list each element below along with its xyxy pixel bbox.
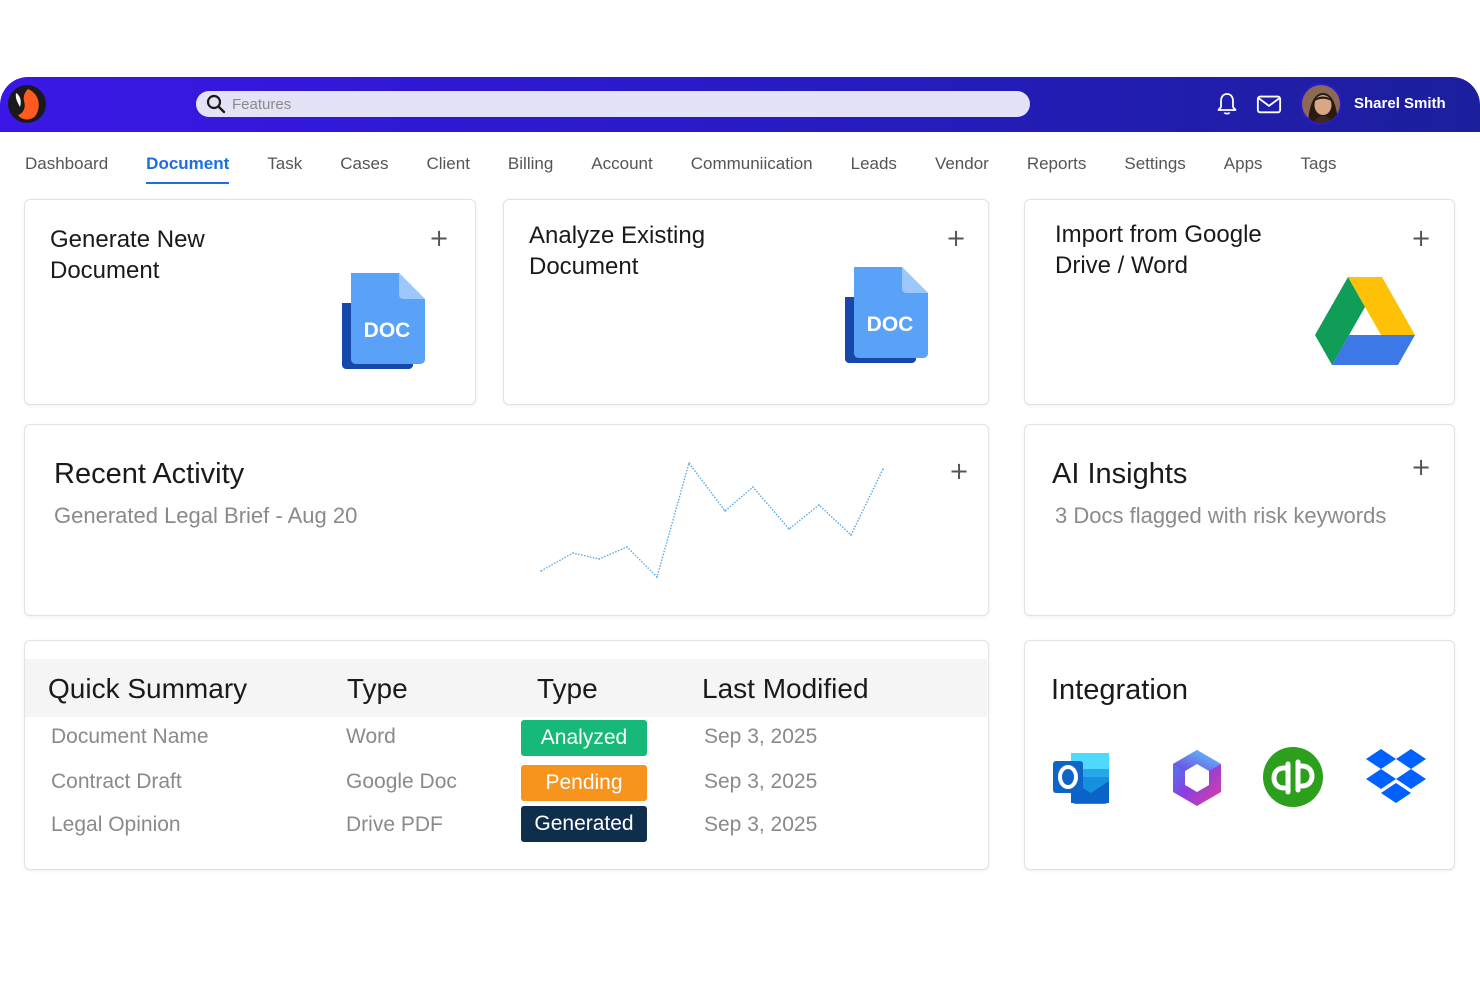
nav-client[interactable]: Client bbox=[426, 154, 469, 184]
sparkline-series bbox=[540, 461, 884, 579]
main-nav: Dashboard Document Task Cases Client Bil… bbox=[25, 154, 1374, 184]
mail-icon[interactable] bbox=[1256, 91, 1282, 117]
nav-settings[interactable]: Settings bbox=[1124, 154, 1185, 184]
status-badge: Pending bbox=[521, 765, 647, 801]
sparkline-point bbox=[882, 468, 884, 470]
card-title-line: Generate New bbox=[50, 226, 205, 253]
card-subtitle: Generated Legal Brief - Aug 20 bbox=[54, 503, 358, 528]
status-badge: Analyzed bbox=[521, 720, 647, 756]
card-subtitle: 3 Docs flagged with risk keywords bbox=[1055, 503, 1387, 528]
nav-billing[interactable]: Billing bbox=[508, 154, 553, 184]
header-last-modified: Last Modified bbox=[702, 673, 869, 704]
app-logo[interactable] bbox=[6, 83, 48, 125]
sparkline-point bbox=[688, 462, 690, 464]
analyze-document-card[interactable]: Analyze Existing Document + DOC bbox=[503, 199, 989, 405]
sparkline-point bbox=[724, 510, 726, 512]
card-title: Integration bbox=[1051, 674, 1189, 706]
cell-modified: Sep 3, 2025 bbox=[704, 813, 818, 836]
recent-activity-card[interactable]: Recent Activity Generated Legal Brief - … bbox=[24, 424, 989, 616]
search-bar[interactable] bbox=[196, 91, 1030, 117]
dropbox-icon[interactable] bbox=[1365, 745, 1427, 807]
sparkline-point bbox=[656, 576, 658, 578]
nav-tags[interactable]: Tags bbox=[1301, 154, 1337, 184]
sparkline-point bbox=[626, 546, 628, 548]
sparkline-point bbox=[598, 558, 600, 560]
quickbooks-icon[interactable] bbox=[1262, 746, 1324, 808]
user-name[interactable]: Sharel Smith bbox=[1354, 95, 1446, 112]
header-quick-summary: Quick Summary bbox=[48, 673, 248, 704]
header-type: Type bbox=[347, 673, 408, 704]
quick-summary-card: Quick Summary Type Type Last Modified Do… bbox=[24, 640, 989, 870]
nav-dashboard[interactable]: Dashboard bbox=[25, 154, 108, 184]
header-status: Type bbox=[537, 673, 598, 704]
cell-type: Word bbox=[346, 725, 396, 748]
sparkline-point bbox=[818, 504, 820, 506]
card-title: Analyze Existing Document bbox=[529, 220, 705, 282]
card-title: Generate New Document bbox=[50, 224, 205, 286]
card-title-line: Analyze Existing bbox=[529, 222, 706, 249]
add-button[interactable]: + bbox=[1408, 226, 1434, 252]
table-header: Quick Summary Type Type Last Modified bbox=[25, 659, 987, 717]
nav-apps[interactable]: Apps bbox=[1224, 154, 1263, 184]
add-button[interactable]: + bbox=[943, 226, 969, 252]
nav-vendor[interactable]: Vendor bbox=[935, 154, 989, 184]
nav-communication[interactable]: Communiication bbox=[691, 154, 813, 184]
status-badge: Generated bbox=[521, 806, 647, 842]
cell-modified: Sep 3, 2025 bbox=[704, 770, 818, 793]
sparkline-point bbox=[788, 528, 790, 530]
doc-file-icon: DOC bbox=[845, 267, 928, 363]
doc-label: DOC bbox=[867, 313, 914, 336]
nav-task[interactable]: Task bbox=[267, 154, 302, 184]
card-title: Import from Google Drive / Word bbox=[1055, 219, 1262, 281]
nav-reports[interactable]: Reports bbox=[1027, 154, 1087, 184]
activity-sparkline bbox=[540, 461, 884, 579]
card-title-line: Drive / Word bbox=[1055, 252, 1188, 279]
integration-card: Integration bbox=[1024, 640, 1455, 870]
nav-cases[interactable]: Cases bbox=[340, 154, 388, 184]
avatar[interactable] bbox=[1300, 83, 1342, 125]
outlook-icon[interactable] bbox=[1051, 747, 1113, 809]
cell-name: Document Name bbox=[51, 725, 209, 748]
add-button[interactable]: + bbox=[1408, 455, 1434, 481]
nav-document[interactable]: Document bbox=[146, 154, 230, 184]
sparkline-point bbox=[850, 534, 852, 536]
cell-modified: Sep 3, 2025 bbox=[704, 725, 818, 748]
import-drive-card[interactable]: Import from Google Drive / Word + bbox=[1024, 199, 1455, 405]
copilot-icon[interactable] bbox=[1166, 747, 1228, 809]
card-title-line: Document bbox=[50, 257, 160, 284]
cell-name: Contract Draft bbox=[51, 770, 182, 793]
ai-insights-card[interactable]: AI Insights 3 Docs flagged with risk key… bbox=[1024, 424, 1455, 616]
sparkline-point bbox=[540, 570, 542, 572]
sparkline-point bbox=[752, 486, 754, 488]
bell-icon[interactable] bbox=[1214, 91, 1240, 117]
add-button[interactable]: + bbox=[946, 459, 972, 485]
google-drive-icon bbox=[1315, 277, 1415, 365]
nav-account[interactable]: Account bbox=[591, 154, 652, 184]
card-title-line: Import from Google bbox=[1055, 221, 1262, 248]
cell-type: Google Doc bbox=[346, 770, 457, 793]
card-title: AI Insights bbox=[1052, 458, 1188, 490]
cell-type: Drive PDF bbox=[346, 813, 443, 836]
search-icon bbox=[206, 94, 226, 114]
add-button[interactable]: + bbox=[426, 226, 452, 252]
search-input[interactable] bbox=[232, 95, 992, 113]
sparkline-point bbox=[572, 552, 574, 554]
nav-leads[interactable]: Leads bbox=[851, 154, 897, 184]
doc-label: DOC bbox=[364, 319, 411, 342]
doc-file-icon: DOC bbox=[342, 273, 425, 369]
cell-name: Legal Opinion bbox=[51, 813, 181, 836]
generate-document-card[interactable]: Generate New Document + DOC bbox=[24, 199, 476, 405]
card-title: Recent Activity bbox=[54, 458, 245, 490]
top-bar: Sharel Smith bbox=[0, 77, 1480, 132]
card-title-line: Document bbox=[529, 253, 639, 280]
